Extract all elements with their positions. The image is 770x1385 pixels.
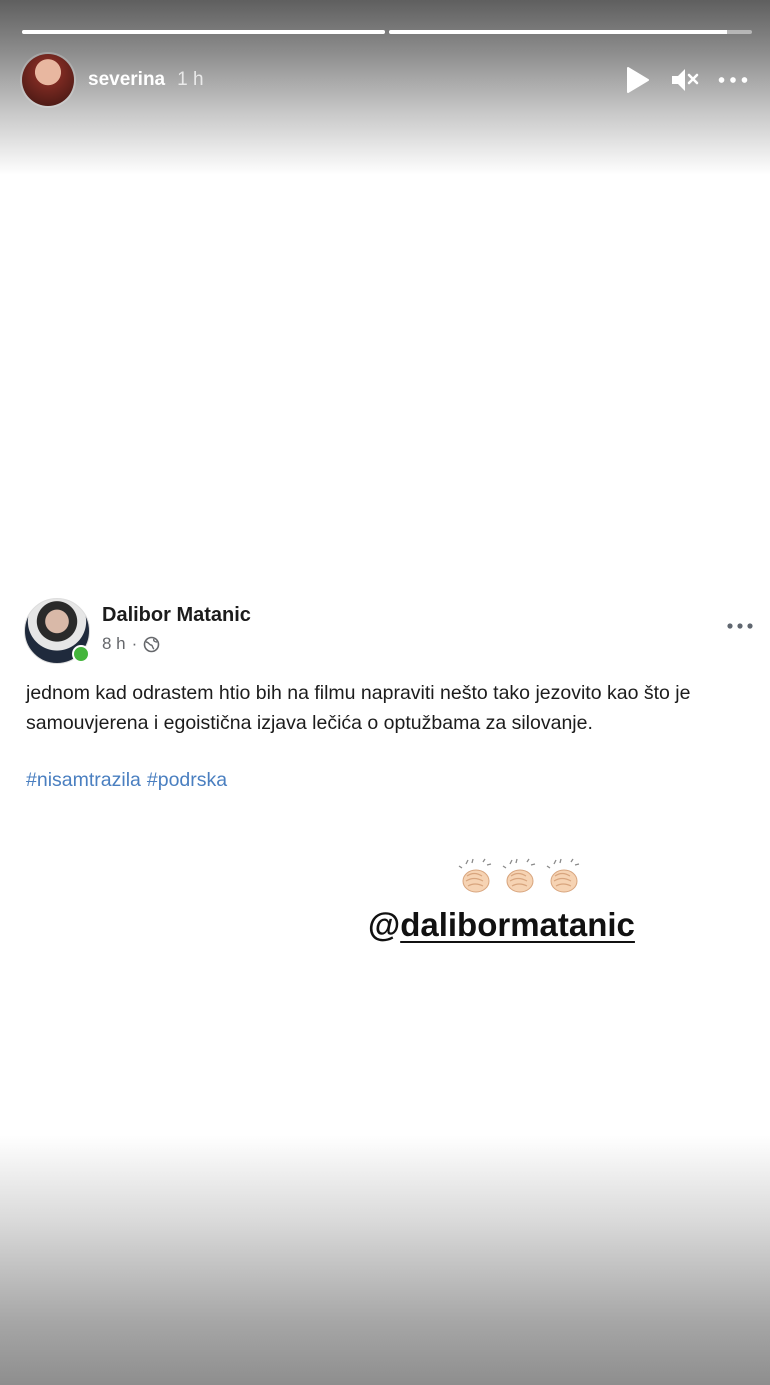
avatar[interactable]	[22, 54, 74, 106]
shared-post: Dalibor Matanic 8 h · jednom kad odraste…	[0, 578, 770, 818]
post-more-button	[724, 614, 756, 638]
mention-handle[interactable]: dalibormatanic	[400, 906, 635, 943]
post-hashtags: #nisamtrazila #podrska	[26, 769, 227, 792]
progress-segment-1	[22, 30, 385, 34]
bottom-shade	[0, 1135, 770, 1385]
play-icon	[627, 67, 649, 93]
mention-at-sign: @	[368, 906, 401, 943]
hashtag-podrska[interactable]: #podrska	[147, 769, 227, 792]
story-controls	[622, 65, 748, 95]
mention-sticker[interactable]: @dalibormatanic	[368, 906, 635, 944]
progress-fill	[389, 30, 727, 34]
more-icon	[718, 77, 748, 83]
post-author-name: Dalibor Matanic	[102, 604, 251, 626]
story-view[interactable]: severina 1 h Dalibor Matanic 8 h · jedno…	[0, 0, 770, 1385]
mute-button[interactable]	[670, 65, 700, 95]
clap-sticker	[456, 856, 584, 896]
story-header: severina 1 h	[22, 52, 748, 108]
more-button[interactable]	[718, 65, 748, 95]
globe-icon	[144, 636, 160, 652]
progress-fill	[22, 30, 385, 34]
clap-icon	[502, 858, 536, 893]
more-dots-icon	[727, 623, 753, 629]
progress-segment-2	[389, 30, 752, 34]
post-time: 8 h	[102, 634, 126, 653]
story-progress	[22, 30, 752, 34]
meta-separator: ·	[131, 634, 138, 653]
hashtag-nisamtrazila[interactable]: #nisamtrazila	[26, 769, 141, 792]
mute-icon	[672, 69, 699, 91]
post-body: jednom kad odrastem htio bih na filmu na…	[26, 682, 691, 734]
clap-icon	[458, 858, 492, 893]
post-meta: 8 h ·	[102, 634, 160, 654]
play-button[interactable]	[622, 65, 652, 95]
clap-icon	[546, 858, 580, 893]
timestamp: 1 h	[177, 69, 204, 90]
username[interactable]: severina	[88, 69, 165, 91]
online-status-dot	[72, 645, 90, 663]
